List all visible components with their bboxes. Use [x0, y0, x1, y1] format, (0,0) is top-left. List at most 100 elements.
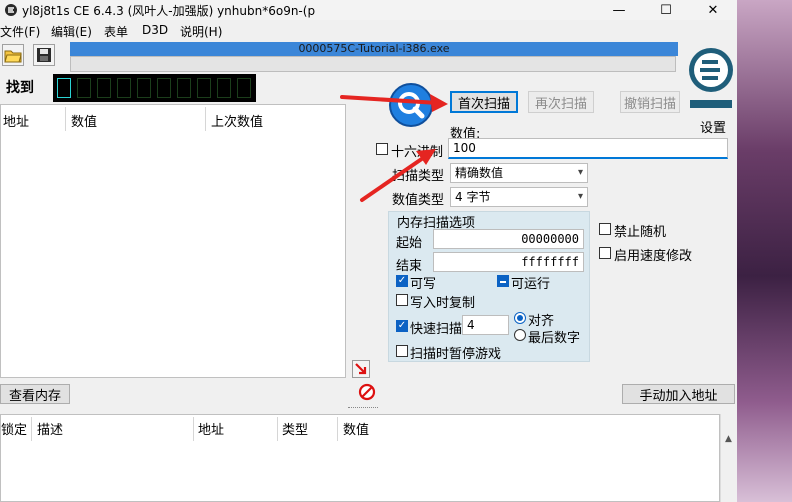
column-divider [277, 417, 278, 441]
last-digits-label: 最后数字 [528, 331, 581, 346]
maximize-button[interactable]: ☐ [643, 0, 689, 20]
memory-scan-options: 内存扫描选项 起始 00000000 结束 ffffffff ✓ 可写 可运行 … [388, 211, 590, 362]
start-address-input[interactable]: 00000000 [433, 229, 584, 249]
speedhack-label: 启用速度修改 [614, 249, 693, 264]
fast-scan-alignment-input[interactable]: 4 [462, 315, 509, 335]
panel-splitter[interactable] [0, 405, 737, 411]
no-entry-icon [358, 383, 376, 401]
value-type-select[interactable]: 4 字节 ▾ [450, 187, 588, 207]
column-divider [65, 107, 66, 131]
chevron-down-icon: ▾ [577, 167, 583, 178]
scan-progress-bar [70, 56, 676, 72]
magnifier-icon [389, 83, 433, 127]
column-type[interactable]: 类型 [282, 419, 308, 438]
disable-random-checkbox[interactable] [599, 223, 611, 235]
address-list-scrollbar[interactable]: ▲ [720, 414, 737, 502]
splitter-grip [348, 407, 378, 409]
process-title-bar: 0000575C-Tutorial-i386.exe [70, 42, 678, 56]
menu-bar: 文件(F) 编辑(E) 表单 D3D 说明(H) [0, 20, 737, 40]
menu-edit[interactable]: 编辑(E) [51, 23, 92, 40]
lcd-digit [177, 78, 191, 98]
fast-scan-label: 快速扫描 [410, 322, 463, 337]
lcd-digit [77, 78, 91, 98]
column-divider [193, 417, 194, 441]
speedhack-checkbox[interactable] [599, 247, 611, 259]
cheat-engine-app-icon [5, 4, 17, 16]
chevron-down-icon: ▾ [577, 191, 583, 202]
cheat-engine-logo-icon [689, 48, 733, 108]
pause-game-label: 扫描时暂停游戏 [410, 347, 502, 362]
maximize-icon: ☐ [660, 2, 672, 18]
lcd-digit [217, 78, 231, 98]
settings-label[interactable]: 设置 [700, 117, 726, 136]
lcd-digit [117, 78, 131, 98]
column-value[interactable]: 数值 [71, 111, 97, 130]
minimize-button[interactable]: — [596, 0, 642, 20]
start-label: 起始 [396, 236, 423, 251]
column-frozen[interactable]: 锁定 [1, 419, 27, 438]
lcd-digit [57, 78, 71, 98]
alignment-radio[interactable] [514, 312, 526, 324]
process-name: 0000575C-Tutorial-i386.exe [298, 42, 450, 55]
executable-label: 可运行 [511, 277, 551, 292]
menu-table[interactable]: 表单 [104, 23, 128, 40]
disable-random-label: 禁止随机 [614, 225, 667, 240]
writable-checkbox[interactable]: ✓ [396, 275, 408, 287]
first-scan-button[interactable]: 首次扫描 [450, 91, 518, 113]
hex-checkbox[interactable] [376, 143, 388, 155]
executable-checkbox[interactable] [497, 275, 509, 287]
column-divider [337, 417, 338, 441]
writable-label: 可写 [410, 277, 437, 292]
lcd-digit [237, 78, 251, 98]
stop-label: 结束 [396, 259, 423, 274]
scroll-up-icon[interactable]: ▲ [725, 434, 732, 444]
value-type-value: 4 字节 [455, 190, 491, 204]
found-count-label: 找到 [6, 80, 34, 96]
cheat-engine-logo[interactable] [686, 40, 736, 112]
undo-scan-button[interactable]: 撤销扫描 [620, 91, 680, 113]
scan-type-label: 扫描类型 [392, 169, 445, 184]
address-list[interactable]: 锁定 描述 地址 类型 数值 [0, 414, 720, 502]
scan-results-list[interactable]: 地址 数值 上次数值 [0, 104, 346, 378]
scan-type-value: 精确数值 [455, 166, 504, 180]
found-count-display [53, 74, 256, 102]
stop-address-input[interactable]: ffffffff [433, 252, 584, 272]
scan-value-input[interactable]: 100 [448, 138, 728, 159]
column-previous-value[interactable]: 上次数值 [211, 111, 263, 130]
menu-file[interactable]: 文件(F) [0, 23, 40, 40]
menu-help[interactable]: 说明(H) [180, 23, 222, 40]
column-description[interactable]: 描述 [37, 419, 63, 438]
window-title: yl8j8t1s CE 6.4.3 (风叶人-加强版) ynhubn*6o9n-… [22, 4, 316, 18]
clear-list-button[interactable] [358, 383, 376, 401]
next-scan-button[interactable]: 再次扫描 [528, 91, 594, 113]
copy-on-write-checkbox[interactable] [396, 294, 408, 306]
lcd-digit [137, 78, 151, 98]
column-divider [31, 417, 32, 441]
red-arrow-down-icon [355, 363, 367, 375]
scan-type-select[interactable]: 精确数值 ▾ [450, 163, 588, 183]
open-folder-icon [4, 50, 22, 63]
open-process-button[interactable] [2, 44, 24, 66]
menu-d3d[interactable]: D3D [142, 23, 168, 37]
copy-to-list-button[interactable] [352, 360, 370, 378]
desktop-background [737, 0, 792, 502]
lcd-digit [197, 78, 211, 98]
fast-scan-checkbox[interactable]: ✓ [396, 320, 408, 332]
copy-on-write-label: 写入时复制 [410, 296, 476, 311]
memory-view-button[interactable]: 查看内存 [0, 384, 70, 404]
pause-game-checkbox[interactable] [396, 345, 408, 357]
value-type-label: 数值类型 [392, 193, 445, 208]
last-digits-radio[interactable] [514, 329, 526, 341]
close-button[interactable]: ✕ [690, 0, 736, 20]
lcd-digit [97, 78, 111, 98]
save-button[interactable] [33, 44, 55, 66]
lcd-digit [157, 78, 171, 98]
column-value[interactable]: 数值 [343, 419, 369, 438]
add-address-manually-button[interactable]: 手动加入地址 [622, 384, 735, 404]
column-address[interactable]: 地址 [198, 419, 224, 438]
column-divider [205, 107, 206, 131]
title-bar: yl8j8t1s CE 6.4.3 (风叶人-加强版) ynhubn*6o9n-… [0, 0, 737, 20]
close-icon: ✕ [707, 2, 719, 18]
hex-label: 十六进制 [391, 145, 444, 160]
column-address[interactable]: 地址 [3, 111, 29, 130]
